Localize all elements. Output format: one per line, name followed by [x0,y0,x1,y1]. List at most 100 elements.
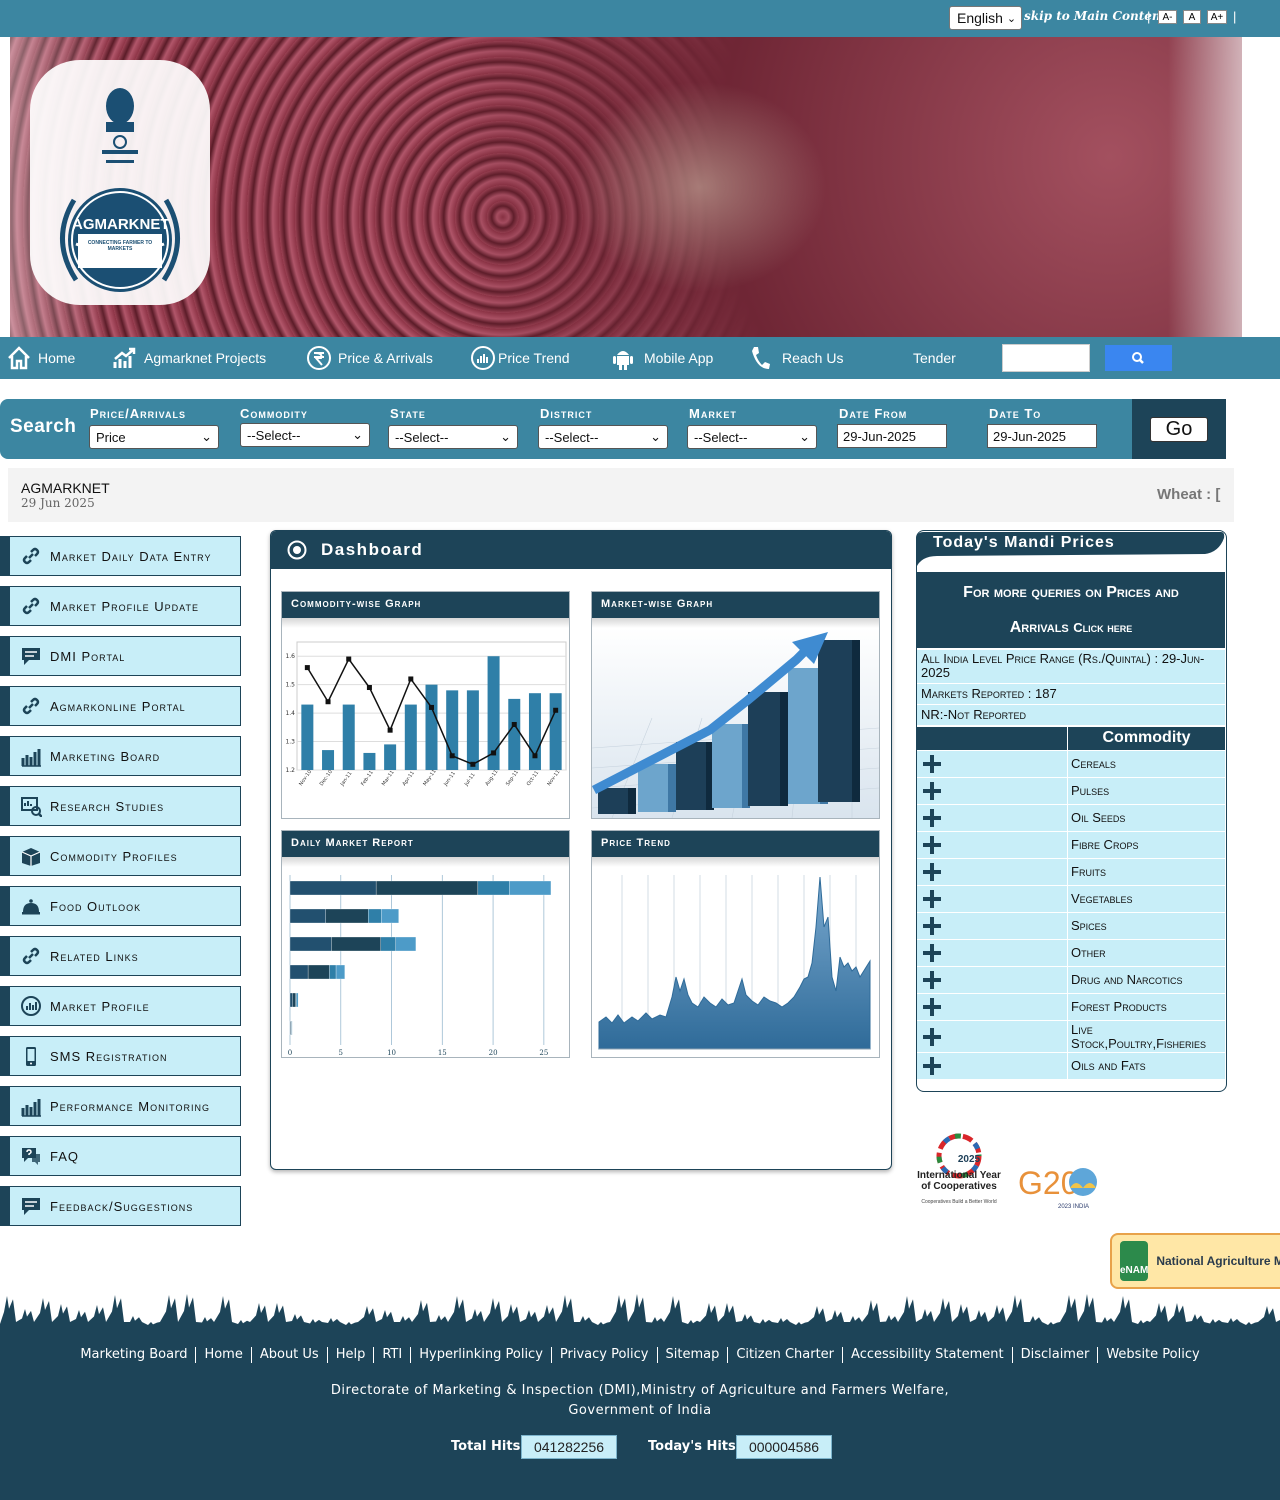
commodity-name[interactable]: Fibre Crops [1068,832,1225,858]
nav-agmarknet-projects[interactable]: Agmarknet Projects [112,337,266,379]
nav-price-arrivals[interactable]: Price & Arrivals [306,337,433,379]
commodity-wise-graph-card[interactable]: Commodity-wise Graph 1.2 1.3 1.4 1.5 1.6 Nov-… [281,591,570,819]
enam-link[interactable]: eNAM National Agriculture Market [1110,1233,1280,1289]
expand-commodity-button[interactable] [917,994,1067,1020]
commodity-name[interactable]: Fruits [1068,859,1225,885]
price-arrivals-select[interactable]: Price ⌄ [89,425,219,449]
sidebar-item-label: Commodity Profiles [50,848,178,864]
daily-market-report-chart: 0 5 10 15 20 25 [288,875,552,1057]
expand-commodity-button[interactable] [917,886,1067,912]
sidebar-item[interactable]: Market Daily Data Entry [0,536,241,576]
sidebar-item[interactable]: Market Profile Update [0,586,241,626]
expand-commodity-button[interactable] [917,967,1067,993]
sidebar-item[interactable]: Food Outlook [0,886,241,926]
expand-commodity-button[interactable] [917,832,1067,858]
nav-price-trend[interactable]: Price Trend [470,337,570,379]
market-wise-graph-card[interactable]: Market-wise Graph [591,591,880,819]
site-search-button[interactable] [1105,345,1172,371]
footer-link[interactable]: Home [196,1347,252,1363]
commodity-name[interactable]: Live Stock,Poultry,Fisheries [1068,1021,1225,1052]
expand-commodity-button[interactable] [917,1021,1067,1052]
y-tick-label: 1.4 [285,710,295,717]
sidebar-item[interactable]: Market Profile [0,986,241,1026]
market-select[interactable]: --Select-- ⌄ [687,425,817,449]
sidebar-item[interactable]: Commodity Profiles [0,836,241,876]
sidebar-item[interactable]: Marketing Board [0,736,241,776]
footer-link[interactable]: Sitemap [658,1347,729,1363]
ticker-marquee[interactable]: Wheat : [ [1157,486,1220,503]
footer-link[interactable]: Accessibility Statement [843,1347,1013,1363]
commodity-name[interactable]: Cereals [1068,751,1225,777]
footer-links: Marketing Board Home About Us Help RTI Hyperl… [0,1347,1280,1363]
site-search-input[interactable] [1002,344,1090,372]
g20-subtitle: 2023 INDIA [1058,1204,1089,1210]
nav-reach-us[interactable]: Reach Us [748,337,843,379]
mandi-query-banner[interactable]: For more queries on Prices and Arrivals … [917,572,1225,648]
sidebar-item[interactable]: Agmarkonline Portal [0,686,241,726]
footer-link[interactable]: Privacy Policy [552,1347,658,1363]
state-select[interactable]: --Select-- ⌄ [388,425,518,449]
expand-commodity-button[interactable] [917,913,1067,939]
plus-icon [923,944,941,962]
expand-commodity-button[interactable] [917,1053,1067,1079]
x-tick-label: Nov-10 [298,769,313,787]
footer-link[interactable]: Citizen Charter [728,1347,844,1363]
footer-link[interactable]: Disclaimer [1013,1347,1099,1363]
nav-mobile-app[interactable]: Mobile App [610,337,713,379]
state-label: State [390,406,426,421]
font-normal-button[interactable]: A [1183,10,1201,24]
go-button[interactable]: Go [1150,417,1208,442]
sidebar-item[interactable]: Performance Monitoring [0,1086,241,1126]
commodity-name[interactable]: Vegetables [1068,886,1225,912]
nav-home[interactable]: Home [6,337,75,379]
expand-commodity-button[interactable] [917,751,1067,777]
bar-segment [477,880,510,896]
commodity-name[interactable]: Drug and Narcotics [1068,967,1225,993]
separator: | [1147,9,1151,24]
sidebar-item[interactable]: FAQ [0,1136,241,1176]
line-point [470,761,476,767]
footer-link[interactable]: RTI [374,1347,412,1363]
commodity-name[interactable]: Oil Seeds [1068,805,1225,831]
commodity-name[interactable]: Forest Products [1068,994,1225,1020]
search-bar-title: Search [10,416,77,437]
sidebar-item[interactable]: SMS Registration [0,1036,241,1076]
sidebar-item[interactable]: DMI Portal [0,636,241,676]
price-trend-card[interactable]: Price Trend [591,830,880,1058]
sidebar-item-label: Related Links [50,948,139,964]
expand-commodity-button[interactable] [917,778,1067,804]
daily-market-report-card[interactable]: Daily Market Report 0 5 10 15 20 25 [281,830,570,1058]
nav-tender[interactable]: Tender [913,337,956,379]
commodity-name[interactable]: Pulses [1068,778,1225,804]
expand-commodity-button[interactable] [917,805,1067,831]
commodity-name[interactable]: Oils and Fats [1068,1053,1225,1079]
footer-link[interactable]: Help [328,1347,375,1363]
language-select[interactable]: English ⌄ [949,6,1022,30]
font-increase-button[interactable]: A+ [1207,10,1227,24]
research-icon [21,797,42,817]
sidebar-item[interactable]: Research Studies [0,786,241,826]
iyc-subtitle: Cooperatives Build a Better World [921,1199,997,1205]
state-emblem-icon [102,88,138,163]
sidebar-item[interactable]: Related Links [0,936,241,976]
plus-icon [923,863,941,881]
click-here-link[interactable]: Click here [1073,620,1132,635]
sidebar-item[interactable]: Feedback/Suggestions [0,1186,241,1226]
bar-segment [292,992,296,1008]
district-select[interactable]: --Select-- ⌄ [538,425,668,449]
commodity-name[interactable]: Spices [1068,913,1225,939]
font-decrease-button[interactable]: A- [1158,10,1177,24]
date-from-input[interactable]: 29-Jun-2025 [837,424,947,448]
line-point [553,707,559,713]
commodity-name[interactable]: Other [1068,940,1225,966]
expand-commodity-button[interactable] [917,859,1067,885]
date-to-input[interactable]: 29-Jun-2025 [987,424,1097,448]
footer-link[interactable]: Website Policy [1098,1347,1207,1363]
expand-commodity-button[interactable] [917,940,1067,966]
footer-link[interactable]: Marketing Board [72,1347,197,1363]
skip-to-main-link[interactable]: skip to Main Content [1024,9,1166,23]
commodity-select[interactable]: --Select-- ⌄ [240,423,370,447]
line-point [449,753,455,759]
footer-link[interactable]: About Us [252,1347,328,1363]
footer-link[interactable]: Hyperlinking Policy [411,1347,552,1363]
